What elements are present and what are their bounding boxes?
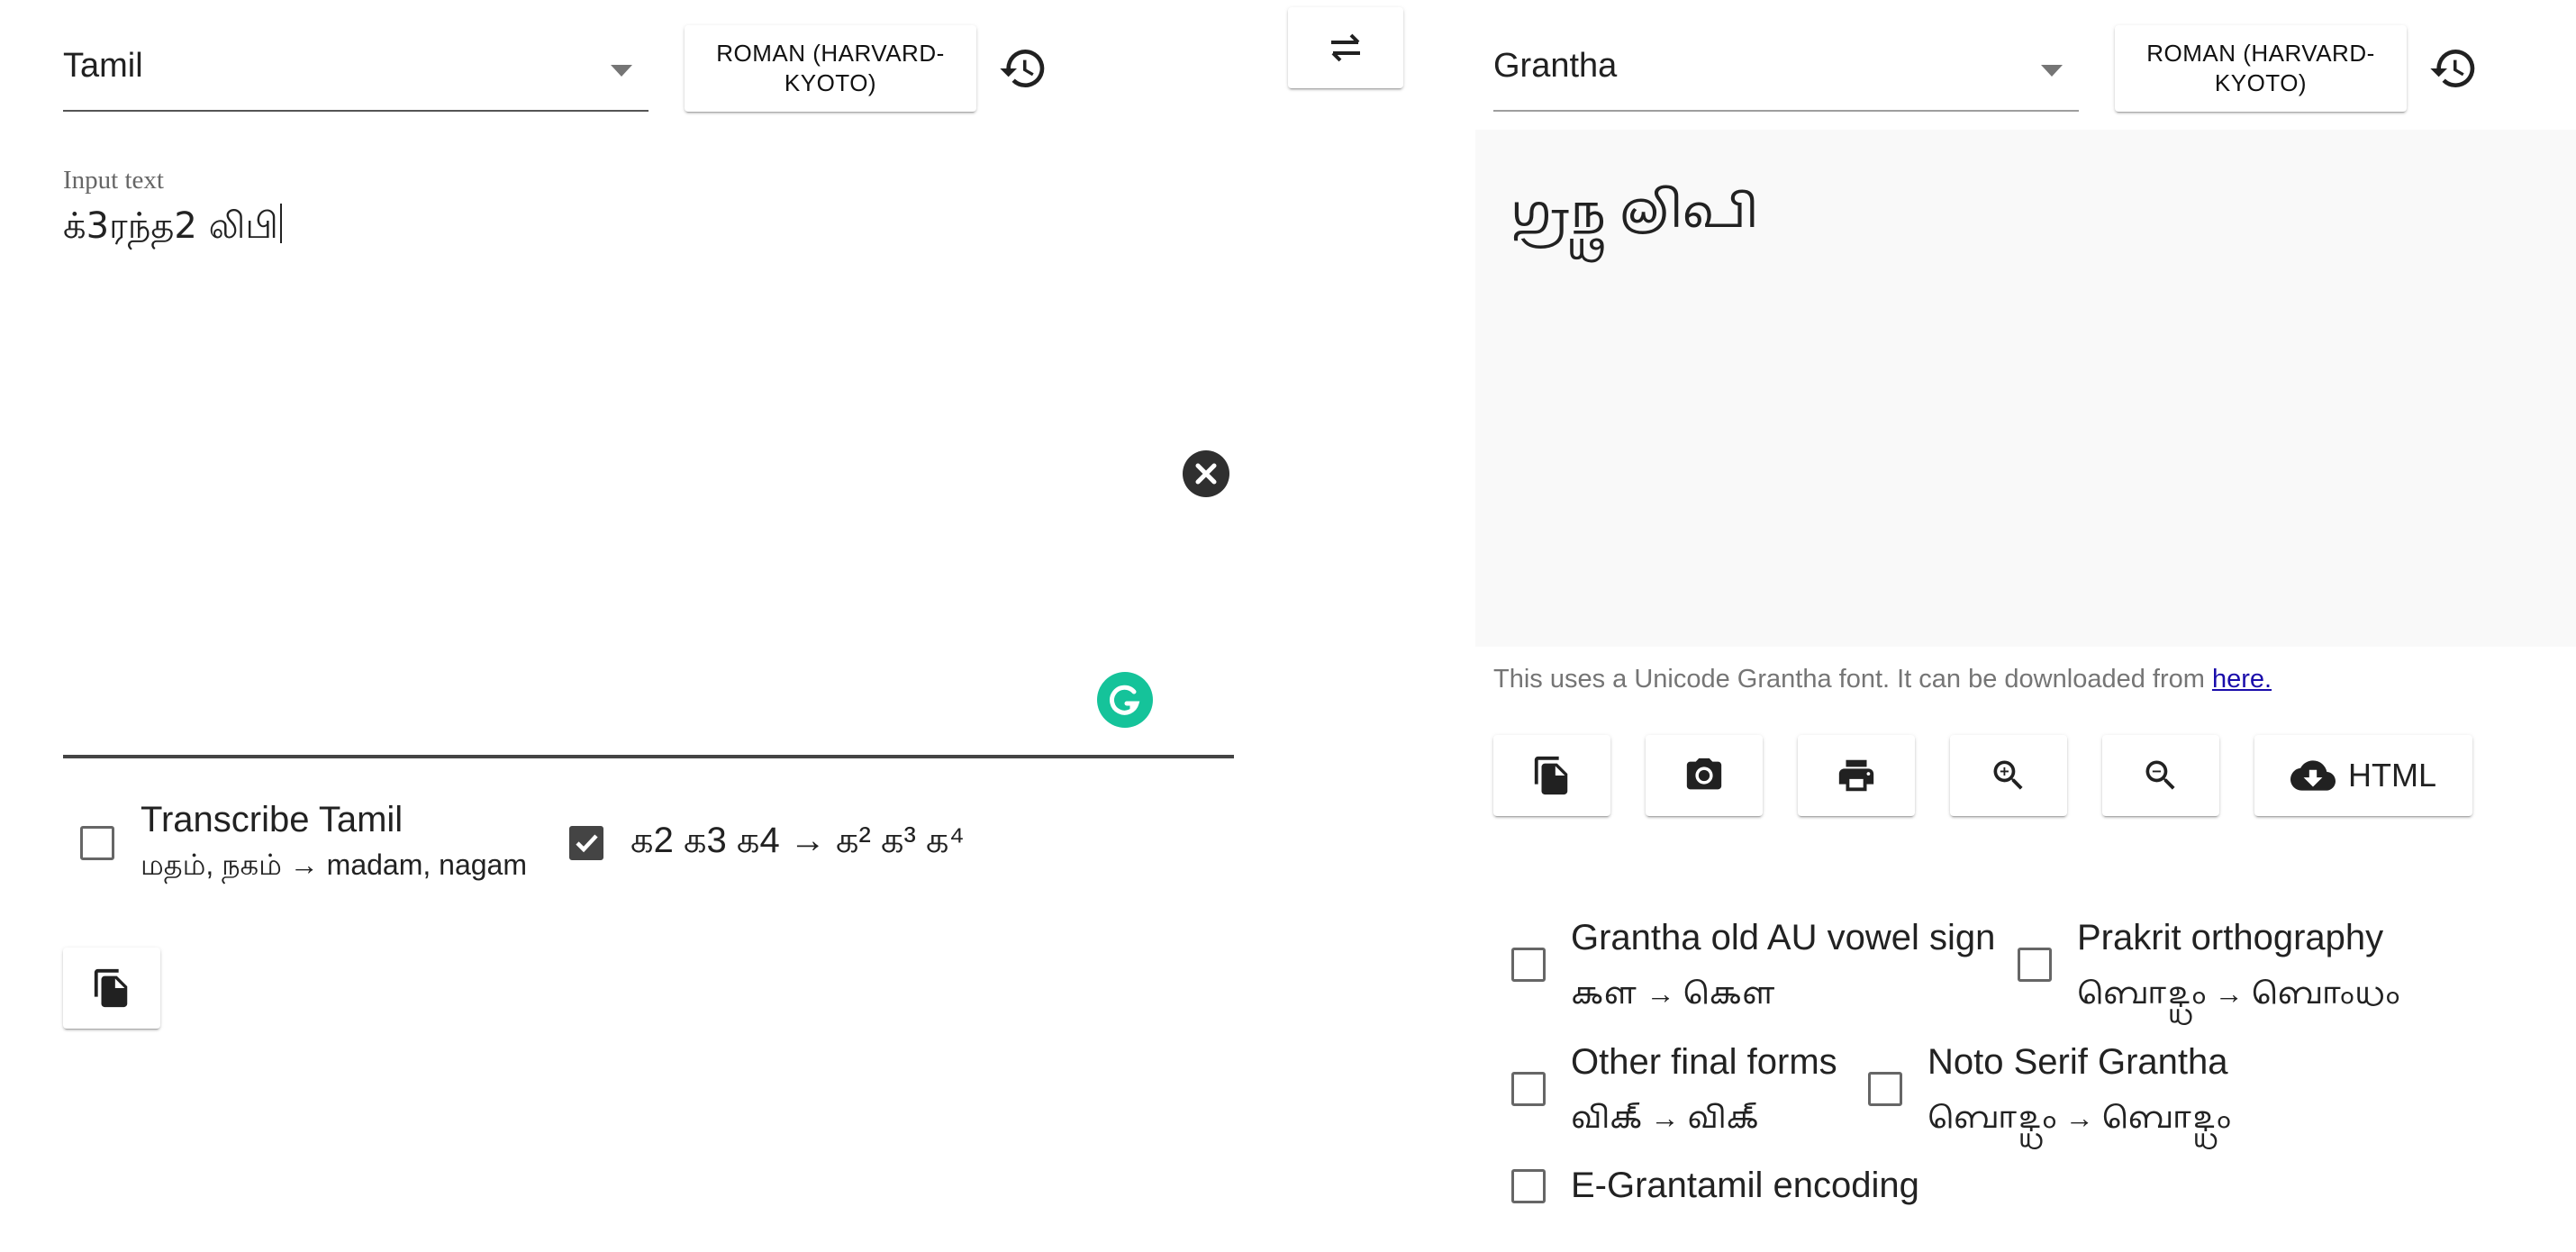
- other-final-forms-example: 𑌵𑌿𑌕𑍍 → 𑌵𑌿𑌕𑍍: [1571, 1102, 1760, 1134]
- source-script-value: Tamil: [63, 47, 143, 85]
- check-icon: [576, 834, 598, 853]
- noto-serif-grantha-label: Noto Serif Grantha: [1927, 1042, 2228, 1082]
- transcribe-tamil-checkbox[interactable]: [80, 826, 114, 860]
- target-scheme-label: ROMAN (HARVARD-KYOTO): [2146, 40, 2375, 96]
- clear-input-button[interactable]: [1183, 450, 1229, 497]
- copy-output-button[interactable]: [1493, 735, 1610, 816]
- transcribe-tamil-label: Transcribe Tamil: [141, 800, 404, 839]
- grantha-old-au-label: Grantha old AU vowel sign: [1571, 918, 1996, 957]
- noto-serif-grantha-example: 𑌬𑍋𑌦𑍍𑌧𑌂 → 𑌬𑍋𑌦𑍍𑌧𑌂: [1927, 1102, 2232, 1134]
- download-html-button[interactable]: HTML: [2254, 735, 2472, 816]
- other-final-forms-label: Other final forms: [1571, 1042, 1837, 1082]
- grantha-old-au-checkbox[interactable]: [1511, 948, 1546, 982]
- source-history-icon[interactable]: [996, 43, 1050, 94]
- grammarly-icon[interactable]: [1097, 672, 1153, 728]
- source-scheme-label: ROMAN (HARVARD-KYOTO): [716, 40, 945, 96]
- zoom-out-icon: [2145, 760, 2175, 790]
- input-underline: [63, 755, 1234, 758]
- swap-scripts-button[interactable]: [1288, 7, 1403, 88]
- source-script-select[interactable]: Tamil: [63, 25, 649, 112]
- copy-input-button[interactable]: [63, 948, 160, 1029]
- prakrit-orthography-checkbox[interactable]: [2018, 948, 2052, 982]
- target-script-select[interactable]: Grantha: [1493, 25, 2079, 112]
- input-textarea[interactable]: க்3ரந்த2 லிபி: [63, 204, 1234, 744]
- chevron-down-icon: [611, 65, 632, 77]
- screenshot-button[interactable]: [1646, 735, 1763, 816]
- target-script-value: Grantha: [1493, 47, 1618, 85]
- copy-icon: [1534, 756, 1568, 795]
- cloud-download-icon: [2290, 760, 2336, 791]
- zoom-out-button[interactable]: [2102, 735, 2219, 816]
- print-button[interactable]: [1798, 735, 1915, 816]
- copy-icon: [94, 968, 128, 1008]
- grantha-old-au-example: 𑌕𑍗 → 𑌕𑍌: [1571, 977, 1777, 1010]
- prakrit-orthography-example: 𑌬𑍋𑌦𑍍𑌧𑌂 → 𑌬𑍋𑌂𑌧𑌂: [2077, 977, 2401, 1010]
- text-caret: [279, 204, 282, 243]
- swap-icon: [1331, 33, 1360, 62]
- prakrit-orthography-label: Prakrit orthography: [2077, 918, 2384, 957]
- download-html-label: HTML: [2348, 757, 2436, 794]
- target-scheme-button[interactable]: ROMAN (HARVARD-KYOTO): [2115, 25, 2407, 112]
- chevron-down-icon: [2041, 65, 2063, 77]
- camera-icon: [1686, 758, 1722, 790]
- grantha-font-note: This uses a Unicode Grantha font. It can…: [1493, 665, 2272, 694]
- superscript-numbers-label: க2 க3 க4 → க² க³ க⁴: [630, 821, 965, 860]
- source-scheme-button[interactable]: ROMAN (HARVARD-KYOTO): [685, 25, 976, 112]
- output-text: 𑌗𑍍𑌰𑌨𑍍𑌥 𑌲𑌿𑌪𑌿: [1511, 187, 1758, 238]
- noto-serif-grantha-checkbox[interactable]: [1868, 1072, 1902, 1106]
- zoom-in-button[interactable]: [1950, 735, 2067, 816]
- close-icon: [1195, 463, 1217, 485]
- grantha-font-note-text: This uses a Unicode Grantha font. It can…: [1493, 665, 2212, 694]
- input-label: Input text: [63, 166, 164, 195]
- font-download-link[interactable]: here.: [2212, 665, 2272, 694]
- superscript-numbers-checkbox[interactable]: [569, 826, 603, 860]
- other-final-forms-checkbox[interactable]: [1511, 1072, 1546, 1106]
- output-area: 𑌗𑍍𑌰𑌨𑍍𑌥 𑌲𑌿𑌪𑌿: [1475, 130, 2576, 647]
- print-icon: [1838, 759, 1874, 792]
- e-grantamil-label: E-Grantamil encoding: [1571, 1166, 1919, 1205]
- transcribe-tamil-example: மதம், நகம் → madam, nagam: [141, 848, 527, 881]
- zoom-in-icon: [1993, 760, 2023, 790]
- input-value: க்3ரந்த2 லிபி: [63, 205, 278, 247]
- target-history-icon[interactable]: [2426, 43, 2481, 94]
- e-grantamil-checkbox[interactable]: [1511, 1169, 1546, 1203]
